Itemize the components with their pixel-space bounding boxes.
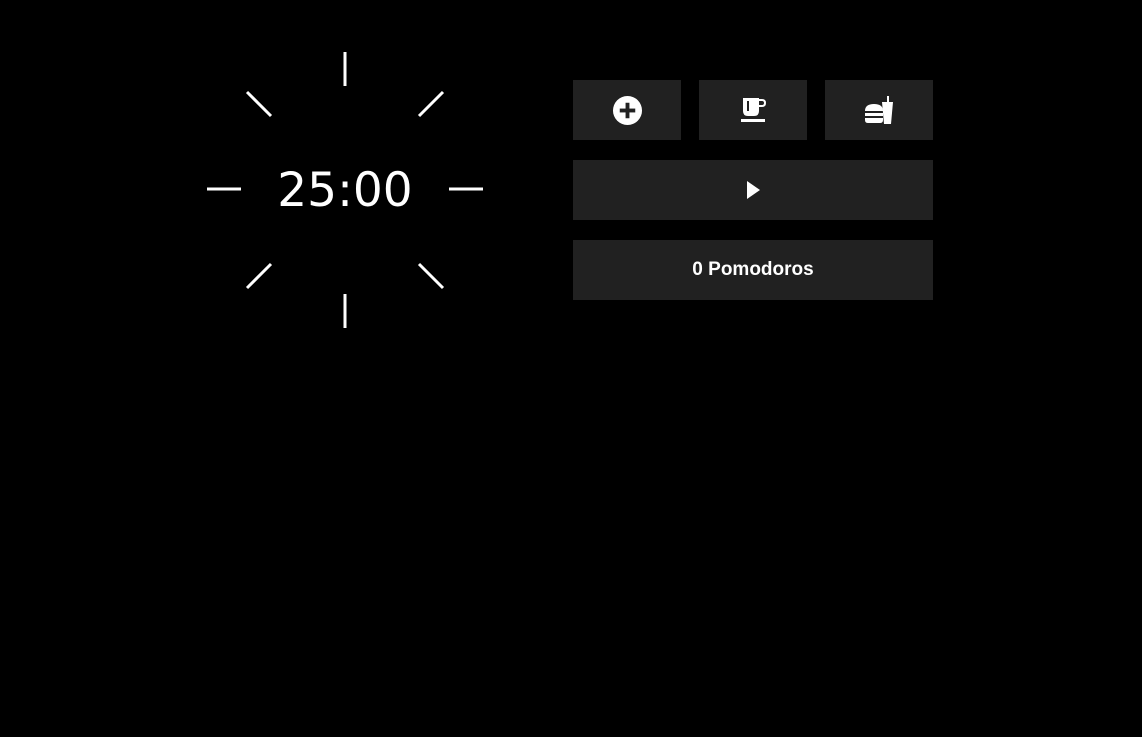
- play-icon: [747, 181, 760, 199]
- pomodoro-app: 25:00 0 Pomodoros: [0, 0, 1142, 737]
- long-break-button[interactable]: [825, 80, 933, 140]
- play-button[interactable]: [573, 160, 933, 220]
- timer-clock: 25:00: [205, 50, 485, 330]
- coffee-cup-icon: [741, 98, 766, 122]
- timer-display: 25:00: [277, 163, 413, 218]
- short-break-button[interactable]: [699, 80, 807, 140]
- pomodoro-count-button[interactable]: 0 Pomodoros: [573, 240, 933, 300]
- pomodoro-mode-button[interactable]: [573, 80, 681, 140]
- plus-circle-icon: [612, 95, 642, 125]
- burger-drink-icon: [865, 96, 893, 124]
